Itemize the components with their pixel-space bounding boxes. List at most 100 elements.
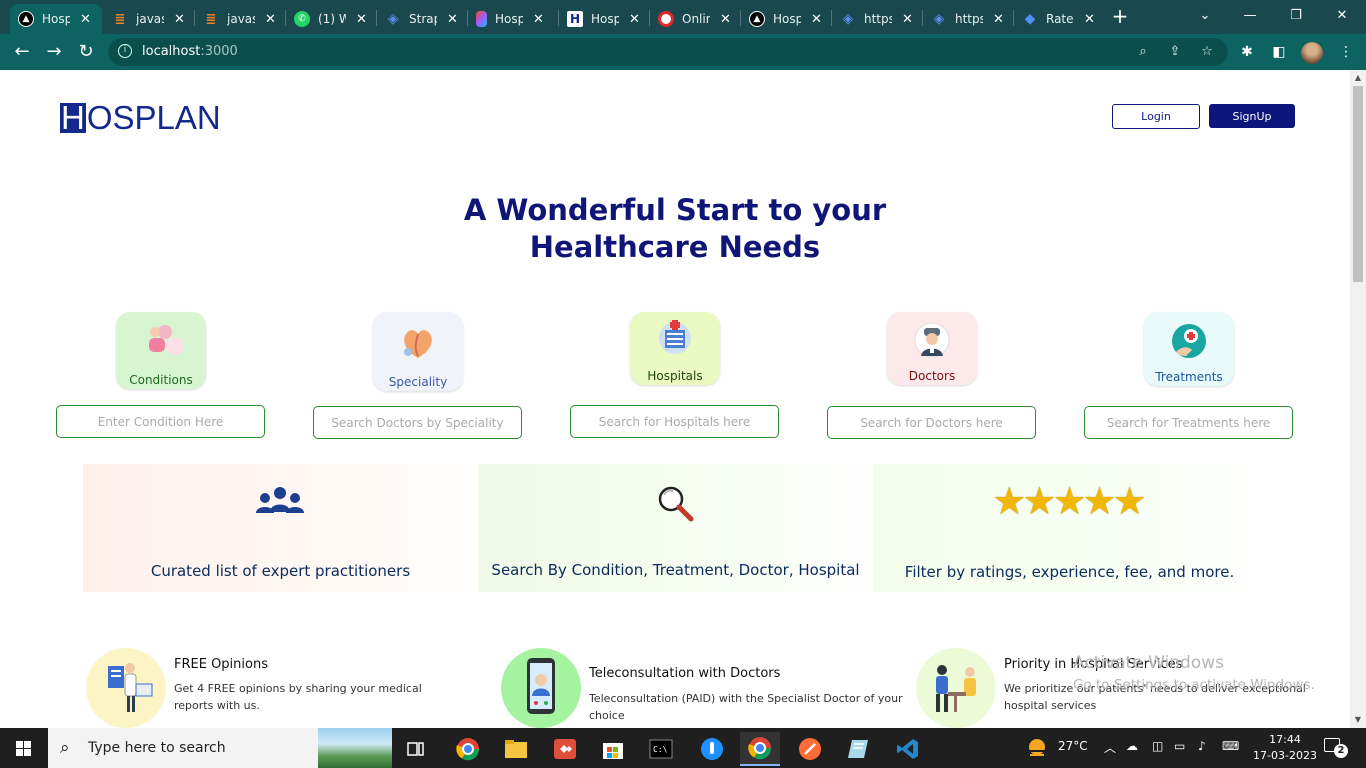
tab-hosplan-2[interactable]: ▲ Hosp ✕ bbox=[741, 4, 831, 34]
address-bar[interactable]: i localhost:3000 ⌕ ⇪ ☆ bbox=[108, 38, 1228, 66]
tab-rate[interactable]: ◆ Rate ✕ bbox=[1014, 4, 1104, 34]
date-text: 17-03-2023 bbox=[1253, 749, 1317, 762]
share-icon[interactable]: ⇪ bbox=[1166, 43, 1184, 61]
category-doctors[interactable]: Doctors bbox=[887, 312, 977, 385]
hosplan-icon: H bbox=[567, 11, 583, 27]
side-panel-icon[interactable]: ◧ bbox=[1269, 42, 1289, 62]
close-tab-icon[interactable]: ✕ bbox=[629, 12, 640, 27]
forward-arrow-icon[interactable]: → bbox=[42, 40, 66, 64]
close-tab-icon[interactable]: ✕ bbox=[811, 12, 822, 27]
close-tab-icon[interactable]: ✕ bbox=[902, 12, 913, 27]
zoom-icon[interactable]: ⌕ bbox=[1134, 43, 1152, 61]
ms-store-icon[interactable] bbox=[593, 732, 633, 766]
task-view-icon[interactable] bbox=[396, 732, 436, 766]
category-hospitals[interactable]: Hospitals bbox=[630, 312, 720, 385]
tab-title: javas bbox=[227, 12, 255, 26]
chrome-active-taskbar-icon[interactable] bbox=[740, 732, 780, 766]
notification-count-badge: 2 bbox=[1334, 744, 1348, 758]
feature-curated-list: Curated list of expert practitioners bbox=[83, 464, 478, 592]
category-conditions[interactable]: Conditions bbox=[116, 312, 206, 389]
notes-app-icon[interactable] bbox=[838, 732, 878, 766]
tab-https-1[interactable]: ◈ https ✕ bbox=[832, 4, 922, 34]
page-content: H OSPLAN Login SignUp A Wonderful Start … bbox=[0, 70, 1350, 728]
tab-javascript-2[interactable]: ≣ javas ✕ bbox=[195, 4, 285, 34]
service-description: Teleconsultation (PAID) with the Special… bbox=[589, 692, 903, 722]
terminal-icon[interactable]: C:\ bbox=[641, 732, 681, 766]
tab-search-chevron-icon[interactable]: ⌄ bbox=[1185, 4, 1225, 28]
page-scrollbar[interactable]: ▲ ▼ bbox=[1350, 70, 1366, 728]
close-tab-icon[interactable]: ✕ bbox=[447, 12, 458, 27]
tab-online[interactable]: Onlin ✕ bbox=[650, 4, 740, 34]
signup-button[interactable]: SignUp bbox=[1209, 104, 1295, 128]
bookmark-star-icon[interactable]: ☆ bbox=[1198, 43, 1216, 61]
vscode-icon[interactable] bbox=[888, 732, 928, 766]
close-tab-icon[interactable]: ✕ bbox=[720, 12, 731, 27]
doctor-search-input[interactable]: Search for Doctors here bbox=[827, 406, 1036, 439]
weather-sun-icon[interactable] bbox=[1025, 737, 1049, 759]
tab-https-2[interactable]: ◈ https ✕ bbox=[923, 4, 1013, 34]
back-arrow-icon[interactable]: ← bbox=[10, 40, 34, 64]
file-explorer-icon[interactable] bbox=[496, 732, 536, 766]
chrome-taskbar-icon[interactable] bbox=[448, 732, 488, 766]
time-text: 17:44 bbox=[1269, 733, 1301, 746]
hosplan-logo[interactable]: H OSPLAN bbox=[60, 99, 221, 136]
condition-search-input[interactable]: Enter Condition Here bbox=[56, 405, 265, 438]
restore-button[interactable]: ❐ bbox=[1276, 4, 1316, 28]
reload-icon[interactable]: ↻ bbox=[74, 40, 98, 64]
clock[interactable]: 17:44 17-03-2023 bbox=[1250, 732, 1320, 764]
site-info-icon[interactable]: i bbox=[118, 44, 132, 58]
scroll-up-arrow-icon[interactable]: ▲ bbox=[1350, 70, 1366, 86]
editor-app-icon[interactable] bbox=[692, 732, 732, 766]
more-menu-icon[interactable]: ⋮ bbox=[1336, 42, 1356, 62]
close-window-button[interactable]: ✕ bbox=[1322, 4, 1362, 28]
free-opinion-illustration bbox=[86, 648, 166, 728]
browser-toolbar: ← → ↻ i localhost:3000 ⌕ ⇪ ☆ ✱ ◧ ⋮ bbox=[0, 34, 1366, 70]
speciality-search-input[interactable]: Search Doctors by Speciality bbox=[313, 406, 522, 439]
postman-icon[interactable] bbox=[790, 732, 830, 766]
close-tab-icon[interactable]: ✕ bbox=[1084, 12, 1095, 27]
minimize-button[interactable]: — bbox=[1230, 4, 1270, 28]
tab-whatsapp[interactable]: ✆ (1) W ✕ bbox=[286, 4, 376, 34]
close-tab-icon[interactable]: ✕ bbox=[80, 12, 91, 27]
service-description: Get 4 FREE opinions by sharing your medi… bbox=[174, 682, 422, 712]
login-button[interactable]: Login bbox=[1112, 104, 1200, 129]
scrollbar-thumb[interactable] bbox=[1353, 86, 1363, 282]
treatment-search-input[interactable]: Search for Treatments here bbox=[1084, 406, 1293, 439]
git-app-icon[interactable] bbox=[545, 732, 585, 766]
battery-icon[interactable]: ▭ bbox=[1174, 739, 1185, 753]
language-icon[interactable]: ⌨ bbox=[1222, 739, 1239, 753]
doctor-avatar-icon bbox=[914, 322, 950, 358]
tab-javascript-1[interactable]: ≣ javas ✕ bbox=[104, 4, 194, 34]
star-icon: ★ bbox=[1082, 479, 1117, 523]
hospital-search-input[interactable]: Search for Hospitals here bbox=[570, 405, 779, 438]
notifications-icon[interactable]: 2 bbox=[1324, 738, 1348, 758]
service-title: FREE Opinions bbox=[174, 657, 268, 672]
start-button[interactable] bbox=[0, 728, 48, 768]
opera-icon bbox=[658, 11, 674, 27]
volume-icon[interactable]: ♪ bbox=[1198, 739, 1206, 753]
tab-hosplan-h[interactable]: H Hosp ✕ bbox=[559, 4, 649, 34]
extensions-puzzle-icon[interactable]: ✱ bbox=[1237, 42, 1257, 62]
scroll-down-arrow-icon[interactable]: ▼ bbox=[1350, 712, 1366, 728]
tab-strapi[interactable]: ◈ Strap ✕ bbox=[377, 4, 467, 34]
temperature-text[interactable]: 27°C bbox=[1058, 739, 1088, 753]
close-tab-icon[interactable]: ✕ bbox=[265, 12, 276, 27]
tab-figma[interactable]: Hosp ✕ bbox=[468, 4, 558, 34]
category-treatments[interactable]: Treatments bbox=[1144, 312, 1234, 386]
onedrive-cloud-icon[interactable]: ☁ bbox=[1126, 739, 1138, 753]
close-tab-icon[interactable]: ✕ bbox=[993, 12, 1004, 27]
close-tab-icon[interactable]: ✕ bbox=[174, 12, 185, 27]
meet-now-icon[interactable]: ◫ bbox=[1152, 739, 1163, 753]
new-tab-button[interactable]: + bbox=[1108, 4, 1132, 30]
tab-hosplan-active[interactable]: ▲ Hosp ✕ bbox=[10, 4, 102, 34]
close-tab-icon[interactable]: ✕ bbox=[356, 12, 367, 27]
browser-tab-strip: ▲ Hosp ✕ ≣ javas ✕ ≣ javas ✕ ✆ (1) W ✕ ◈… bbox=[0, 0, 1366, 34]
figma-icon bbox=[476, 11, 487, 27]
priority-illustration bbox=[916, 648, 996, 728]
profile-avatar[interactable] bbox=[1301, 42, 1323, 64]
category-speciality[interactable]: Speciality bbox=[373, 312, 463, 391]
close-tab-icon[interactable]: ✕ bbox=[533, 12, 544, 27]
windows-taskbar: ⌕ Type here to search C:\ 27°C ︿ ☁ ◫ ▭ ♪… bbox=[0, 728, 1366, 768]
chevron-up-icon[interactable]: ︿ bbox=[1104, 739, 1116, 756]
taskbar-search-input[interactable]: ⌕ Type here to search bbox=[48, 728, 392, 768]
